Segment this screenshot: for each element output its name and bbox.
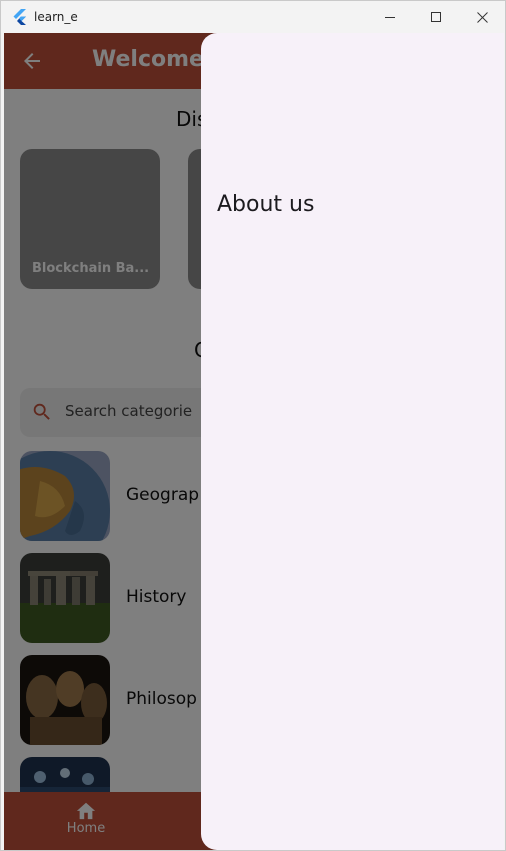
window-title: learn_e (34, 10, 78, 24)
window-titlebar: learn_e (1, 1, 505, 33)
close-window-button[interactable] (459, 1, 505, 33)
close-icon (476, 11, 488, 23)
maximize-button[interactable] (413, 1, 459, 33)
end-drawer: About us (201, 33, 504, 850)
minimize-icon (384, 16, 395, 18)
maximize-icon (430, 11, 441, 22)
drawer-item-about-us[interactable]: About us (217, 192, 314, 217)
minimize-button[interactable] (367, 1, 413, 33)
flutter-logo-icon (13, 9, 26, 25)
app-window: learn_e Welcome Dis Blockchain Ba... C (0, 0, 506, 851)
app-content: Welcome Dis Blockchain Ba... C Search ca… (4, 33, 504, 850)
